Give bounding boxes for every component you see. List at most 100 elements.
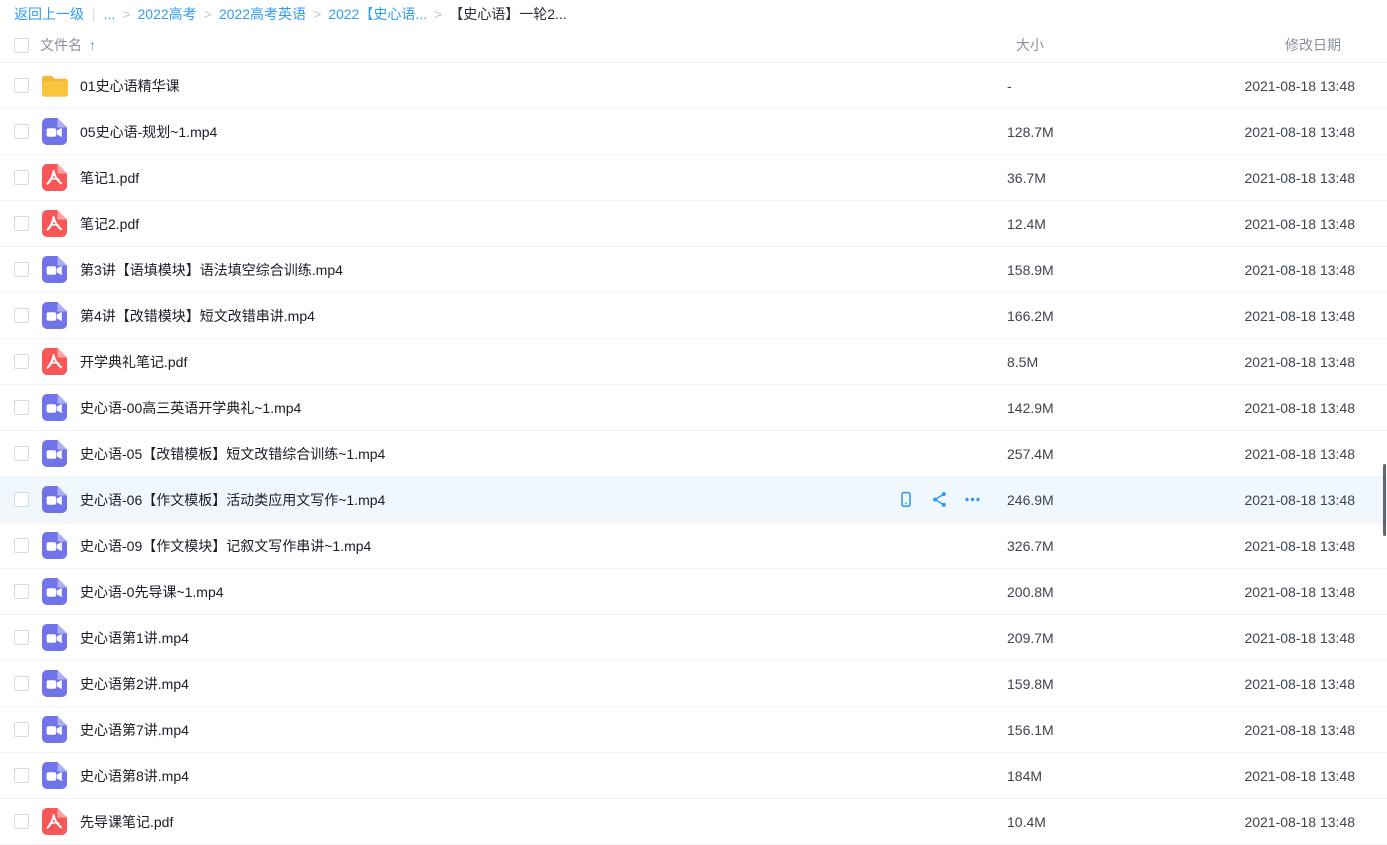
file-size: 326.7M [1007, 538, 1187, 554]
row-checkbox[interactable] [14, 124, 29, 139]
file-date: 2021-08-18 13:48 [1187, 676, 1387, 692]
file-size: 257.4M [1007, 446, 1187, 462]
table-row[interactable]: 史心语-09【作文模块】记叙文写作串讲~1.mp4 326.7M 2021-08… [0, 523, 1387, 569]
table-row[interactable]: 第4讲【改错模块】短文改错串讲.mp4 166.2M 2021-08-18 13… [0, 293, 1387, 339]
file-size: - [1007, 78, 1187, 94]
breadcrumb-link[interactable]: 2022高考英语 [219, 4, 306, 24]
breadcrumb: 返回上一级 | ... >2022高考>2022高考英语>2022【史心语...… [0, 0, 1387, 28]
file-date: 2021-08-18 13:48 [1187, 78, 1387, 94]
file-name[interactable]: 01史心语精华课 [80, 76, 1007, 96]
file-name[interactable]: 史心语-09【作文模块】记叙文写作串讲~1.mp4 [80, 536, 1007, 556]
row-checkbox[interactable] [14, 354, 29, 369]
file-name[interactable]: 笔记2.pdf [80, 214, 1007, 234]
file-name[interactable]: 史心语第1讲.mp4 [80, 628, 1007, 648]
row-checkbox[interactable] [14, 446, 29, 461]
row-checkbox[interactable] [14, 584, 29, 599]
row-checkbox[interactable] [14, 170, 29, 185]
file-size: 159.8M [1007, 676, 1187, 692]
file-name[interactable]: 第4讲【改错模块】短文改错串讲.mp4 [80, 306, 1007, 326]
table-row[interactable]: 第3讲【语填模块】语法填空综合训练.mp4 158.9M 2021-08-18 … [0, 247, 1387, 293]
table-row[interactable]: 史心语第2讲.mp4 159.8M 2021-08-18 13:48 [0, 661, 1387, 707]
file-name[interactable]: 史心语-0先导课~1.mp4 [80, 582, 1007, 602]
send-to-phone-icon[interactable] [897, 491, 915, 509]
table-row[interactable]: 史心语第7讲.mp4 156.1M 2021-08-18 13:48 [0, 707, 1387, 753]
row-checkbox[interactable] [14, 262, 29, 277]
file-size: 200.8M [1007, 584, 1187, 600]
file-date: 2021-08-18 13:48 [1187, 538, 1387, 554]
file-list: 01史心语精华课 - 2021-08-18 13:48 05史心语-规划~1.m… [0, 63, 1387, 845]
file-name[interactable]: 先导课笔记.pdf [80, 812, 1007, 832]
more-dots-icon[interactable] [963, 491, 981, 509]
table-row[interactable]: 开学典礼笔记.pdf 8.5M 2021-08-18 13:48 [0, 339, 1387, 385]
row-checkbox[interactable] [14, 308, 29, 323]
video-file-icon [42, 118, 67, 145]
file-name[interactable]: 史心语第7讲.mp4 [80, 720, 1007, 740]
video-file-icon [42, 762, 67, 789]
file-size: 209.7M [1007, 630, 1187, 646]
row-checkbox[interactable] [14, 630, 29, 645]
video-file-icon [42, 394, 67, 421]
breadcrumb-collapsed[interactable]: ... [104, 6, 116, 22]
column-header-date: 修改日期 [1187, 35, 1387, 55]
file-size: 166.2M [1007, 308, 1187, 324]
file-name[interactable]: 史心语第8讲.mp4 [80, 766, 1007, 786]
table-row[interactable]: 01史心语精华课 - 2021-08-18 13:48 [0, 63, 1387, 109]
file-date: 2021-08-18 13:48 [1187, 354, 1387, 370]
column-header-filename[interactable]: 文件名 ↑ [40, 35, 1007, 55]
breadcrumb-separator: > [122, 6, 130, 22]
row-checkbox[interactable] [14, 768, 29, 783]
video-file-icon [42, 578, 67, 605]
breadcrumb-separator: > [434, 6, 442, 22]
file-size: 246.9M [1007, 492, 1187, 508]
video-file-icon [42, 256, 67, 283]
row-checkbox[interactable] [14, 400, 29, 415]
pdf-file-icon [42, 348, 67, 375]
row-checkbox[interactable] [14, 492, 29, 507]
file-date: 2021-08-18 13:48 [1187, 170, 1387, 186]
file-name[interactable]: 第3讲【语填模块】语法填空综合训练.mp4 [80, 260, 1007, 280]
breadcrumb-current: 【史心语】一轮2... [449, 4, 566, 24]
table-row[interactable]: 史心语-0先导课~1.mp4 200.8M 2021-08-18 13:48 [0, 569, 1387, 615]
file-name[interactable]: 史心语第2讲.mp4 [80, 674, 1007, 694]
file-name[interactable]: 开学典礼笔记.pdf [80, 352, 1007, 372]
video-file-icon [42, 716, 67, 743]
table-row[interactable]: 史心语第1讲.mp4 209.7M 2021-08-18 13:48 [0, 615, 1387, 661]
file-name[interactable]: 史心语-00高三英语开学典礼~1.mp4 [80, 398, 1007, 418]
sort-ascending-icon: ↑ [89, 37, 96, 53]
file-size: 156.1M [1007, 722, 1187, 738]
row-checkbox[interactable] [14, 814, 29, 829]
breadcrumb-separator: > [313, 6, 321, 22]
select-all-checkbox[interactable] [14, 38, 29, 53]
row-checkbox[interactable] [14, 676, 29, 691]
table-row[interactable]: 史心语-05【改错模板】短文改错综合训练~1.mp4 257.4M 2021-0… [0, 431, 1387, 477]
table-row[interactable]: 05史心语-规划~1.mp4 128.7M 2021-08-18 13:48 [0, 109, 1387, 155]
row-checkbox[interactable] [14, 78, 29, 93]
video-file-icon [42, 440, 67, 467]
file-size: 158.9M [1007, 262, 1187, 278]
table-row[interactable]: 笔记2.pdf 12.4M 2021-08-18 13:48 [0, 201, 1387, 247]
file-list-header: 文件名 ↑ 大小 修改日期 [0, 28, 1387, 63]
video-file-icon [42, 624, 67, 651]
row-checkbox[interactable] [14, 722, 29, 737]
file-name[interactable]: 笔记1.pdf [80, 168, 1007, 188]
table-row[interactable]: 史心语-00高三英语开学典礼~1.mp4 142.9M 2021-08-18 1… [0, 385, 1387, 431]
file-date: 2021-08-18 13:48 [1187, 400, 1387, 416]
share-icon[interactable] [930, 491, 948, 509]
file-name[interactable]: 史心语-05【改错模板】短文改错综合训练~1.mp4 [80, 444, 1007, 464]
file-name[interactable]: 史心语-06【作文模板】活动类应用文写作~1.mp4 [80, 490, 887, 510]
table-row[interactable]: 先导课笔记.pdf 10.4M 2021-08-18 13:48 [0, 799, 1387, 845]
file-size: 12.4M [1007, 216, 1187, 232]
file-date: 2021-08-18 13:48 [1187, 262, 1387, 278]
file-name[interactable]: 05史心语-规划~1.mp4 [80, 122, 1007, 142]
row-checkbox[interactable] [14, 538, 29, 553]
file-date: 2021-08-18 13:48 [1187, 446, 1387, 462]
breadcrumb-link[interactable]: 2022【史心语... [328, 4, 427, 24]
scrollbar-thumb[interactable] [1383, 464, 1386, 536]
breadcrumb-link[interactable]: 2022高考 [138, 4, 197, 24]
table-row[interactable]: 笔记1.pdf 36.7M 2021-08-18 13:48 [0, 155, 1387, 201]
file-size: 184M [1007, 768, 1187, 784]
breadcrumb-back-link[interactable]: 返回上一级 [14, 4, 84, 24]
table-row[interactable]: 史心语-06【作文模板】活动类应用文写作~1.mp4 [0, 477, 1387, 523]
table-row[interactable]: 史心语第8讲.mp4 184M 2021-08-18 13:48 [0, 753, 1387, 799]
row-checkbox[interactable] [14, 216, 29, 231]
